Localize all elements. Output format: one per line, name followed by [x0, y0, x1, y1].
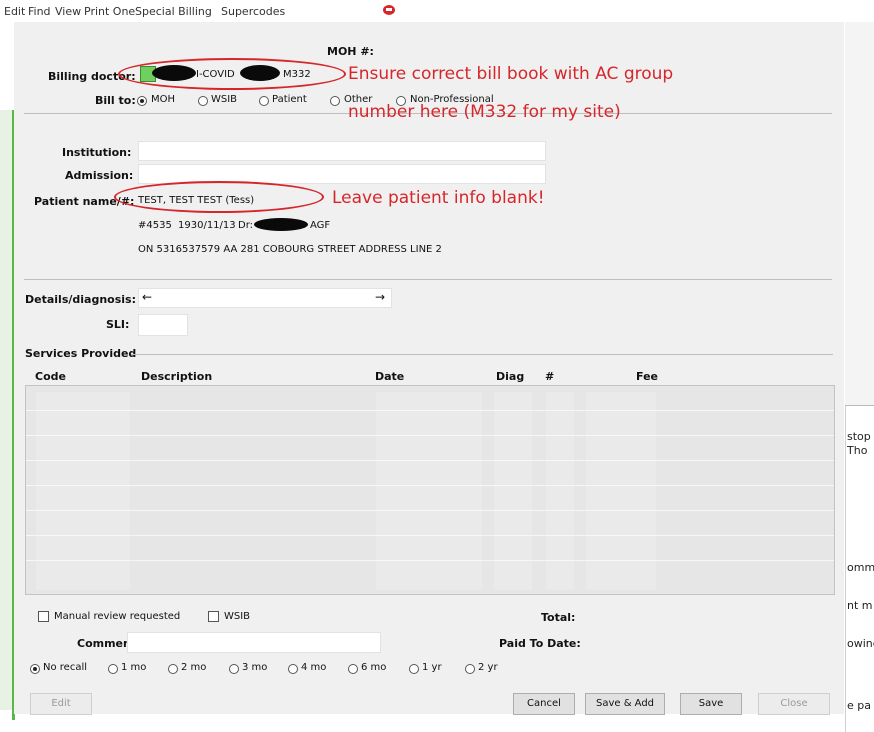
background-text: Tho — [847, 444, 868, 457]
bill-to-label: Bill to: — [95, 94, 136, 107]
manual-review-label: Manual review requested — [54, 611, 181, 622]
menu-print-one[interactable]: Print One — [84, 5, 135, 18]
institution-field[interactable] — [138, 141, 546, 161]
arrow-right-icon[interactable]: → — [375, 290, 385, 304]
bill-to-moh-label: MOH — [151, 94, 176, 105]
bill-to-patient-label: Patient — [272, 94, 307, 105]
recall-6mo-label: 6 mo — [361, 662, 387, 673]
annotation-ac-group-line2: number here (M332 for my site) — [348, 102, 621, 122]
patient-id: #4535 — [138, 220, 172, 231]
background-window-header — [845, 0, 874, 406]
edit-button[interactable]: Edit — [30, 693, 92, 715]
red-circle-icon[interactable] — [381, 3, 397, 17]
recall-2yr-label: 2 yr — [478, 662, 498, 673]
menu-supercodes[interactable]: Supercodes — [221, 5, 285, 18]
table-row — [26, 460, 834, 461]
background-text: stop — [847, 430, 871, 443]
table-row — [26, 435, 834, 436]
comments-field[interactable] — [127, 632, 381, 653]
recall-2mo-label: 2 mo — [181, 662, 207, 673]
recall-2yr-radio[interactable] — [465, 664, 475, 674]
bill-to-moh-radio[interactable] — [137, 96, 147, 106]
column-header-date: Date — [375, 370, 405, 383]
menu-find[interactable]: Find — [28, 5, 51, 18]
recall-3mo-radio[interactable] — [229, 664, 239, 674]
save-button[interactable]: Save — [680, 693, 742, 715]
sli-field[interactable] — [138, 314, 188, 336]
patient-doctor-label: Dr: — [238, 220, 254, 231]
divider — [131, 354, 833, 355]
bill-to-patient-radio[interactable] — [259, 96, 269, 106]
recall-4mo-radio[interactable] — [288, 664, 298, 674]
column-header-fee: Fee — [636, 370, 658, 383]
arrow-left-icon[interactable]: ← — [142, 290, 152, 304]
recall-1mo-label: 1 mo — [121, 662, 147, 673]
manual-review-checkbox[interactable] — [38, 611, 49, 622]
bill-to-wsib-radio[interactable] — [198, 96, 208, 106]
background-text: omm — [847, 561, 874, 574]
annotation-patient-info: Leave patient info blank! — [332, 188, 545, 208]
column-header-code: Code — [35, 370, 66, 383]
total-label: Total: — [541, 611, 576, 624]
table-row — [26, 485, 834, 486]
save-and-add-button[interactable]: Save & Add — [585, 693, 665, 715]
cancel-button[interactable]: Cancel — [513, 693, 575, 715]
annotation-ac-group-line1: Ensure correct bill book with AC group — [348, 64, 674, 84]
recall-none-radio[interactable] — [30, 664, 40, 674]
patient-dob: 1930/11/13 — [178, 220, 236, 231]
recall-none-label: No recall — [43, 662, 88, 673]
admission-label: Admission: — [65, 169, 134, 182]
paid-to-date-label: Paid To Date: — [499, 637, 581, 650]
redaction-mark — [254, 218, 308, 231]
column-header-count: # — [545, 370, 555, 383]
services-provided-label: Services Provided — [25, 347, 137, 360]
institution-label: Institution: — [62, 146, 132, 159]
patient-health-card-address: ON 5316537579 AA 281 COBOURG STREET ADDR… — [138, 244, 442, 255]
column-header-diag: Diag — [496, 370, 525, 383]
annotation-ellipse-billing — [118, 58, 346, 90]
background-text: e pa — [847, 699, 871, 712]
recall-1yr-radio[interactable] — [409, 664, 419, 674]
menu-view[interactable]: View — [55, 5, 81, 18]
annotation-ellipse-patient — [114, 181, 324, 213]
table-row — [26, 560, 834, 561]
details-diagnosis-field[interactable]: ← → — [138, 288, 392, 308]
recall-1mo-radio[interactable] — [108, 664, 118, 674]
wsib-checkbox-label: WSIB — [224, 611, 251, 622]
column-header-description: Description — [141, 370, 213, 383]
table-row — [26, 410, 834, 411]
recall-2mo-radio[interactable] — [168, 664, 178, 674]
wsib-checkbox[interactable] — [208, 611, 219, 622]
details-diagnosis-label: Details/diagnosis: — [25, 293, 136, 306]
table-row — [26, 535, 834, 536]
sli-label: SLI: — [106, 318, 130, 331]
menu-edit[interactable]: Edit — [4, 5, 25, 18]
bill-to-wsib-label: WSIB — [211, 94, 238, 105]
moh-label: MOH #: — [327, 45, 374, 58]
bill-to-other-radio[interactable] — [330, 96, 340, 106]
recall-3mo-label: 3 mo — [242, 662, 268, 673]
divider — [24, 279, 832, 280]
recall-1yr-label: 1 yr — [422, 662, 442, 673]
recall-4mo-label: 4 mo — [301, 662, 327, 673]
recall-6mo-radio[interactable] — [348, 664, 358, 674]
close-button[interactable]: Close — [758, 693, 830, 715]
menu-special-billing[interactable]: Special Billing — [135, 5, 212, 18]
background-text: owing — [847, 637, 874, 650]
services-table[interactable] — [25, 385, 835, 595]
background-text: nt m — [847, 599, 873, 612]
menu-bar: Edit Find View Print One Special Billing… — [0, 0, 874, 22]
patient-doctor-suffix: AGF — [310, 220, 331, 231]
table-row — [26, 510, 834, 511]
